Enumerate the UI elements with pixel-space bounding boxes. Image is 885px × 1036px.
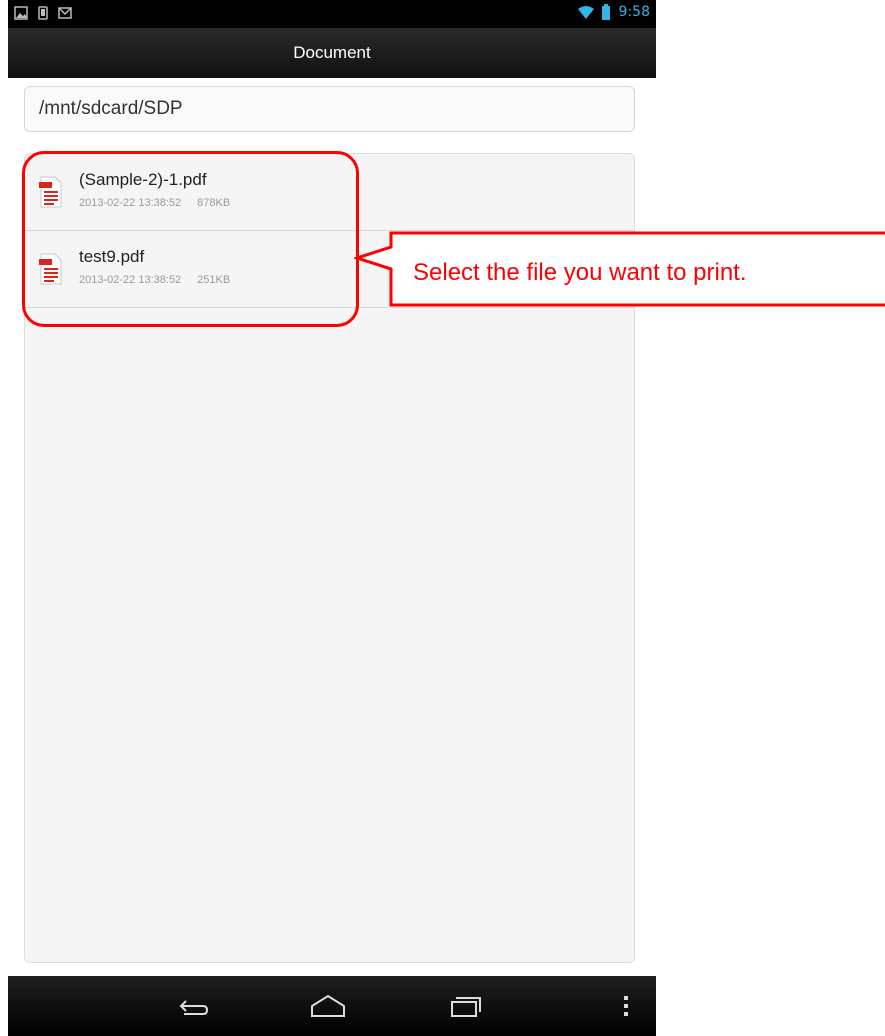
status-bar: 9:58	[8, 0, 656, 28]
path-field[interactable]: /mnt/sdcard/SDP	[24, 86, 635, 132]
home-icon[interactable]	[308, 988, 348, 1024]
mail-icon	[58, 7, 72, 19]
menu-overflow-icon[interactable]	[616, 988, 636, 1024]
phone-icon	[38, 6, 48, 20]
recent-apps-icon[interactable]	[446, 988, 486, 1024]
page-title: Document	[293, 43, 371, 62]
wifi-icon	[578, 6, 594, 19]
battery-icon	[602, 4, 610, 20]
back-icon[interactable]	[174, 988, 214, 1024]
status-time: 9:58	[618, 4, 650, 20]
highlight-frame	[22, 151, 359, 327]
path-text: /mnt/sdcard/SDP	[39, 98, 183, 119]
title-bar: Document	[8, 28, 656, 78]
callout-text: Select the file you want to print.	[413, 259, 747, 286]
image-icon	[14, 6, 28, 20]
navigation-bar	[8, 976, 656, 1036]
